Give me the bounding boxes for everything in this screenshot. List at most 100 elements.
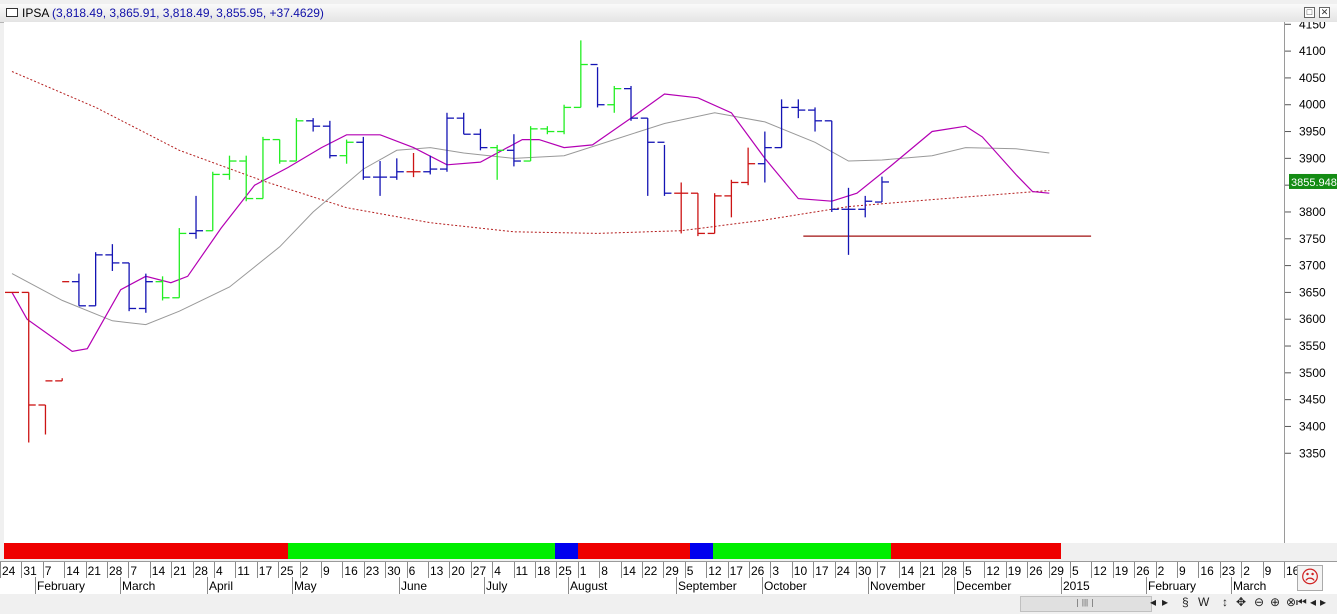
month-label: August	[570, 579, 608, 593]
day-label: 27	[472, 564, 487, 578]
day-label: 25	[280, 564, 294, 578]
day-label: 9	[323, 564, 330, 578]
restore-icon[interactable]: □	[1304, 7, 1315, 18]
sad-face-icon[interactable]: ☹	[1297, 565, 1323, 591]
zoom-reset-icon[interactable]: ⊗	[1286, 595, 1296, 609]
price-chart[interactable]: 3350 3400 3450 3500 3550 3600 3650 3700 3750 3800…	[0, 22, 1337, 543]
signal-segment	[689, 543, 713, 559]
month-label: June	[401, 579, 428, 593]
month-label: April	[209, 579, 234, 593]
status-bar: ||| ◂ ▸ § W ↕ ✥ ⊖ ⊕ ⊗ ⏮ ◂ ▸	[0, 594, 1337, 614]
day-label: 4	[494, 564, 501, 578]
plot-area	[4, 22, 1284, 543]
month-label: 2015	[1063, 579, 1090, 593]
prev-icon[interactable]: ⏮	[1296, 595, 1307, 610]
day-label: 21	[87, 564, 101, 578]
day-label: 31	[23, 564, 37, 578]
day-label: 21	[922, 564, 936, 578]
month-label: February	[37, 579, 86, 593]
zoom-in-icon[interactable]: ⊕	[1270, 595, 1280, 609]
m-icon[interactable]: ↕	[1222, 595, 1228, 609]
day-label: 14	[151, 564, 166, 578]
day-label: 4	[216, 564, 223, 578]
window-icon	[6, 8, 18, 17]
day-label: 18	[537, 564, 551, 578]
price-tick-label: 3650	[1299, 285, 1326, 299]
price-tick-label: 3900	[1299, 151, 1326, 165]
ohlc-values: (3,818.49, 3,865.91, 3,818.49, 3,855.95,…	[52, 6, 324, 20]
day-label: 9	[1179, 564, 1186, 578]
price-tick-label: 3550	[1299, 339, 1326, 353]
day-label: 13	[430, 564, 444, 578]
price-tick-label: 4100	[1299, 44, 1326, 58]
s-icon[interactable]: §	[1182, 595, 1189, 609]
scroll-right-icon[interactable]: ▸	[1162, 595, 1168, 609]
day-label: 16	[344, 564, 358, 578]
month-label: March	[122, 579, 156, 593]
horizontal-scrollbar[interactable]: |||	[1020, 596, 1152, 612]
day-label: 26	[1136, 564, 1150, 578]
w-icon[interactable]: W	[1198, 595, 1209, 609]
day-label: 16	[1200, 564, 1214, 578]
day-label: 5	[686, 564, 694, 578]
day-label: 17	[258, 564, 273, 578]
signal-segment	[554, 543, 579, 559]
price-tick-label: 3950	[1299, 125, 1326, 139]
month-label: September	[678, 579, 737, 593]
day-label: 19	[1114, 564, 1129, 578]
signal-strip	[4, 543, 1061, 559]
zoom-out-icon[interactable]: ⊖	[1254, 595, 1264, 609]
day-label: 23	[1221, 564, 1236, 578]
day-label: 3	[772, 564, 780, 578]
price-tick-label: 3500	[1299, 366, 1326, 380]
day-label: 2	[1157, 564, 1165, 578]
month-label: July	[486, 579, 508, 593]
day-label: 11	[237, 564, 250, 578]
day-label: 7	[879, 564, 887, 578]
day-label: 7	[130, 564, 138, 578]
scroll-thumb[interactable]: |||	[1077, 599, 1093, 607]
day-label: 8	[601, 564, 608, 578]
signal-segment	[713, 543, 892, 559]
price-tick-label: 3700	[1299, 259, 1326, 273]
day-label: 2	[1243, 564, 1250, 578]
day-label: 1	[579, 564, 587, 578]
day-label: 29	[665, 564, 679, 578]
last-price-marker: 3855.948	[1289, 173, 1337, 189]
price-tick-label: 4000	[1299, 98, 1326, 112]
scroll-left-icon[interactable]: ◂	[1150, 595, 1156, 609]
day-label: 14	[66, 564, 80, 578]
day-label: 10	[793, 564, 808, 578]
signal-segment	[288, 543, 555, 559]
back-icon[interactable]: ◂	[1310, 595, 1316, 609]
price-tick-label: 4150	[1299, 22, 1326, 31]
forward-icon[interactable]: ▸	[1320, 595, 1326, 609]
month-label: February	[1148, 579, 1197, 593]
last-price-label: 3855.948	[1291, 177, 1337, 189]
day-label: 7	[44, 564, 52, 578]
day-label: 12	[1093, 564, 1107, 578]
close-icon[interactable]: ✕	[1319, 7, 1330, 18]
price-tick-label: 3450	[1299, 393, 1326, 407]
day-label: 12	[986, 564, 1000, 578]
day-label: 26	[751, 564, 765, 578]
day-label: 28	[194, 564, 208, 578]
day-label: 11	[515, 564, 529, 578]
fit-icon[interactable]: ✥	[1236, 595, 1246, 609]
day-label: 14	[900, 564, 915, 578]
month-label: November	[870, 579, 926, 593]
day-label: 26	[1029, 564, 1043, 578]
signal-segment	[891, 543, 1061, 559]
day-label: 14	[622, 564, 636, 578]
price-tick-label: 3350	[1299, 446, 1326, 460]
day-label: 19	[1007, 564, 1022, 578]
day-label: 9	[1264, 564, 1272, 578]
day-label: 24	[836, 564, 850, 578]
time-axis: 24 31 7 14 21 28 7 14 21 28 4 11 17 25 2 9 16 23 30 6 13 20 27…	[0, 561, 1337, 594]
day-label: 17	[729, 564, 743, 578]
month-label: May	[294, 579, 317, 593]
symbol-label: IPSA	[22, 6, 49, 20]
price-tick-label: 3800	[1299, 205, 1326, 219]
day-label: 23	[365, 564, 380, 578]
window-title: IPSA (3,818.49, 3,865.91, 3,818.49, 3,85…	[22, 6, 324, 20]
